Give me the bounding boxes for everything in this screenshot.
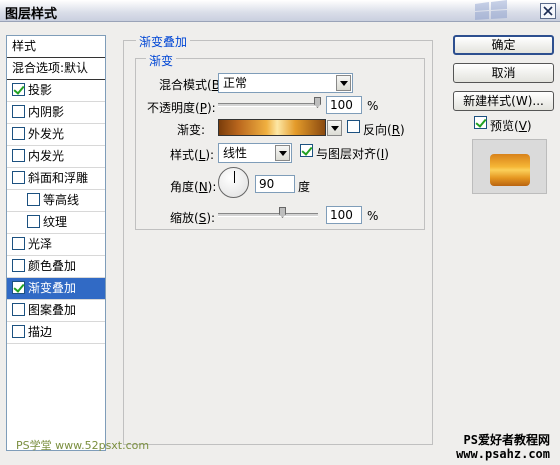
style-list-item[interactable]: 纹理 xyxy=(7,212,105,234)
style-list-item[interactable]: 图案叠加 xyxy=(7,300,105,322)
preview-checkbox[interactable] xyxy=(474,116,487,129)
style-list-item[interactable]: 外发光 xyxy=(7,124,105,146)
opacity-input[interactable]: 100 xyxy=(326,96,362,114)
style-list-label: 纹理 xyxy=(43,215,68,229)
style-list-header[interactable]: 样式 xyxy=(7,36,105,58)
scale-label: 缩放(S): xyxy=(170,211,216,225)
scale-input[interactable]: 100 xyxy=(326,206,362,224)
style-list-checkbox[interactable] xyxy=(12,281,25,294)
windows-logo-icon xyxy=(475,0,507,20)
style-list-label: 内阴影 xyxy=(28,105,65,119)
layer-style-dialog: 图层样式 样式 混合选项:默认 投影内阴影外发光内发光斜面和浮雕等高线纹理光泽颜… xyxy=(0,0,560,465)
preview-swatch xyxy=(490,154,530,186)
watermark-right-title: PS爱好者教程网 xyxy=(463,433,550,447)
style-list-checkbox[interactable] xyxy=(12,105,25,118)
style-value: 线性 xyxy=(223,146,248,160)
angle-label: 角度(N): xyxy=(170,180,217,194)
group-title: 渐变叠加 xyxy=(136,33,191,50)
style-list-checkbox[interactable] xyxy=(12,237,25,250)
opacity-label: 不透明度(P): xyxy=(147,101,216,115)
style-list-checkbox[interactable] xyxy=(27,193,40,206)
style-list-checkbox[interactable] xyxy=(12,149,25,162)
chevron-down-icon[interactable] xyxy=(336,75,351,91)
style-select[interactable]: 线性 xyxy=(218,143,292,163)
style-list-item[interactable]: 描边 xyxy=(7,322,105,344)
style-list-checkbox[interactable] xyxy=(12,127,25,140)
preview-thumbnail xyxy=(472,139,547,194)
opacity-unit: % xyxy=(367,99,379,113)
chevron-down-icon[interactable] xyxy=(275,145,290,161)
reverse-label: 反向(R) xyxy=(363,123,405,137)
style-list-label: 斜面和浮雕 xyxy=(28,171,89,185)
style-list-checkbox[interactable] xyxy=(12,83,25,96)
align-with-layer-label: 与图层对齐(I) xyxy=(316,147,389,161)
style-list-label: 内发光 xyxy=(28,149,65,163)
close-button[interactable] xyxy=(540,3,556,19)
style-list: 样式 混合选项:默认 投影内阴影外发光内发光斜面和浮雕等高线纹理光泽颜色叠加渐变… xyxy=(6,35,106,451)
style-list-label: 渐变叠加 xyxy=(28,281,77,295)
style-label: 样式(L): xyxy=(170,148,215,162)
ok-button[interactable]: 确定 xyxy=(453,35,554,55)
style-list-label: 投影 xyxy=(28,83,53,97)
angle-input[interactable]: 90 xyxy=(255,175,295,193)
blend-mode-select[interactable]: 正常 xyxy=(218,73,353,93)
style-list-label: 外发光 xyxy=(28,127,65,141)
title-bar: 图层样式 xyxy=(0,0,560,22)
style-list-checkbox[interactable] xyxy=(12,325,25,338)
style-list-checkbox[interactable] xyxy=(12,303,25,316)
angle-needle xyxy=(234,171,235,183)
style-items: 投影内阴影外发光内发光斜面和浮雕等高线纹理光泽颜色叠加渐变叠加图案叠加描边 xyxy=(7,80,105,344)
style-list-item[interactable]: 斜面和浮雕 xyxy=(7,168,105,190)
style-list-item[interactable]: 内阴影 xyxy=(7,102,105,124)
opacity-slider-track[interactable] xyxy=(218,103,318,107)
angle-unit: 度 xyxy=(298,180,311,194)
scale-slider-track[interactable] xyxy=(218,213,318,217)
cancel-button[interactable]: 取消 xyxy=(453,63,554,83)
gradient-label: 渐变: xyxy=(177,123,206,137)
close-icon xyxy=(543,6,553,16)
style-list-label: 颜色叠加 xyxy=(28,259,77,273)
style-list-label: 描边 xyxy=(28,325,53,339)
blend-options-item[interactable]: 混合选项:默认 xyxy=(7,58,105,80)
new-style-button[interactable]: 新建样式(W)... xyxy=(453,91,554,111)
blend-mode-value: 正常 xyxy=(223,76,248,90)
style-list-item[interactable]: 投影 xyxy=(7,80,105,102)
window-title: 图层样式 xyxy=(5,7,58,22)
style-list-checkbox[interactable] xyxy=(12,171,25,184)
style-list-checkbox[interactable] xyxy=(27,215,40,228)
subgroup-title: 渐变 xyxy=(146,52,177,69)
style-list-item[interactable]: 渐变叠加 xyxy=(7,278,105,300)
align-with-layer-checkbox[interactable] xyxy=(300,144,313,157)
style-list-label: 等高线 xyxy=(43,193,80,207)
angle-dial[interactable] xyxy=(218,167,249,198)
style-list-item[interactable]: 内发光 xyxy=(7,146,105,168)
style-list-item[interactable]: 颜色叠加 xyxy=(7,256,105,278)
scale-unit: % xyxy=(367,209,379,223)
style-list-item[interactable]: 光泽 xyxy=(7,234,105,256)
gradient-swatch[interactable] xyxy=(218,119,326,136)
style-list-item[interactable]: 等高线 xyxy=(7,190,105,212)
watermark-right-url: www.psahz.com xyxy=(456,447,550,461)
preview-label: 预览(V) xyxy=(490,119,532,133)
style-list-checkbox[interactable] xyxy=(12,259,25,272)
gradient-dropdown-icon[interactable] xyxy=(327,120,342,136)
watermark-left: PS学堂 www.52psxt.com xyxy=(16,439,150,452)
reverse-checkbox[interactable] xyxy=(347,120,360,133)
style-list-label: 光泽 xyxy=(28,237,53,251)
style-list-label: 图案叠加 xyxy=(28,303,77,317)
